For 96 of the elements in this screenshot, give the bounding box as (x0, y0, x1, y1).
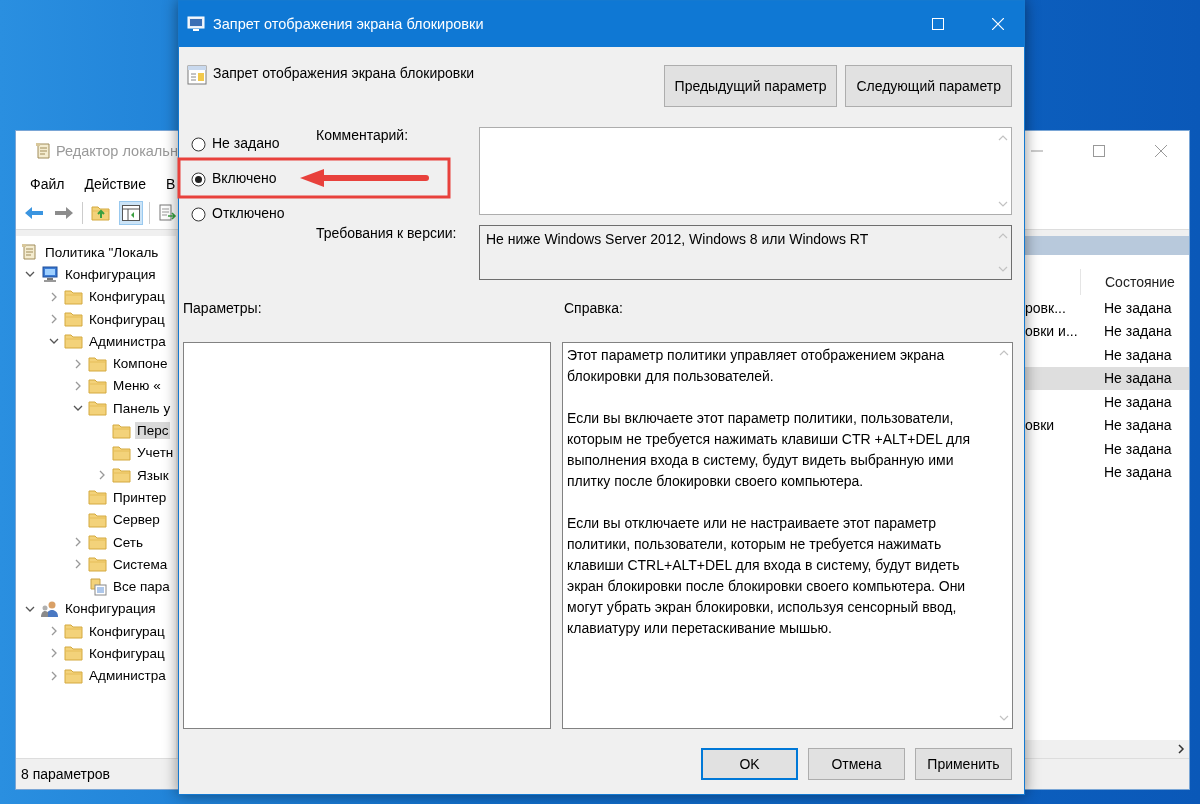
folder-icon (112, 421, 132, 440)
settings-sheet-icon (187, 65, 207, 85)
window-title: Редактор локальн (56, 143, 178, 159)
menu-item[interactable]: Действие (84, 176, 156, 192)
maximize-icon (1093, 145, 1105, 157)
folder-icon (64, 310, 84, 329)
radio-label[interactable]: Отключено (212, 205, 285, 221)
help-paragraph: Если вы отключаете или не настраиваете этот параметр политики, пользователи, которым не требуется нажимать клавиши CTRL+ALT+DEL для входа в систему, будут видеть экран блокировки после блокировки своего компьютера. Они могут убрать экран блокировки, используя сенсорный ввод, клавиатуру или перетаскивание мышью. (567, 514, 967, 638)
tree-item[interactable]: Все пара (111, 578, 172, 596)
scroll-down-icon[interactable] (997, 200, 1008, 208)
back-arrow-icon (24, 206, 44, 220)
table-cell-text: овки (1024, 417, 1056, 434)
help-paragraph: Этот параметр политики управляет отображением экрана блокировки для пользователей. (567, 346, 946, 386)
scroll-up-icon[interactable] (997, 134, 1008, 142)
tree-item[interactable]: Принтер (111, 488, 169, 506)
status-cell: Не задана (1104, 370, 1172, 387)
tree-item[interactable]: Язык (135, 466, 171, 484)
comment-field[interactable] (479, 127, 1012, 215)
folder-icon (64, 644, 84, 663)
tree-item[interactable]: Конфигурац (87, 645, 167, 662)
folder-icon (112, 443, 132, 462)
list-arrow-icon (159, 204, 177, 222)
tree-item[interactable]: Сеть (111, 533, 146, 551)
tree-item[interactable]: Перс (135, 422, 171, 439)
pane-toggle-button[interactable] (119, 201, 143, 225)
column-header[interactable]: Состояние (1081, 269, 1175, 295)
previous-setting-button[interactable]: Предыдущий параметр (663, 65, 838, 107)
status-cell: Не задана (1104, 299, 1172, 316)
folder-icon (88, 376, 108, 395)
requirements-text: Не ниже Windows Server 2012, Windows 8 или Windows RT (485, 230, 870, 249)
radio-button[interactable] (191, 171, 206, 187)
document-icon (34, 142, 50, 160)
status-cell: Не задана (1104, 323, 1172, 340)
radio-label[interactable]: Не задано (212, 135, 280, 151)
monitor-icon (187, 16, 205, 32)
close-icon (1155, 145, 1167, 157)
scroll-up-icon[interactable] (998, 349, 1009, 357)
tree-item[interactable]: Сервер (111, 511, 162, 529)
folder-icon (88, 510, 108, 529)
status-cell: Не задана (1104, 393, 1172, 410)
folder-icon (64, 332, 84, 351)
status-cell: Не задана (1104, 464, 1172, 481)
cancel-button[interactable]: Отмена (808, 748, 905, 780)
status-cell: Не задана (1104, 440, 1172, 457)
window-title: Запрет отображения экрана блокировки (213, 16, 484, 32)
folder-icon (64, 287, 84, 306)
tree-item[interactable]: Меню « (111, 377, 163, 395)
tree-item[interactable]: Панель у (111, 399, 173, 417)
tree-item[interactable]: Конфигурац (87, 622, 167, 640)
status-cell: Не задана (1104, 417, 1172, 434)
folder-icon (64, 666, 84, 685)
folder-icon (112, 466, 132, 485)
table-cell-text: овки и... (1024, 323, 1079, 340)
radio-button[interactable] (191, 136, 206, 152)
menu-item[interactable]: Файл (30, 176, 75, 192)
folder-icon (88, 354, 108, 373)
help-paragraph: Если вы включаете этот параметр политики, пользователи, которым не требуется нажимать клавиши CTR +ALT+DEL для выполнения входа в систему, будут видеть выбранную ими плитку после блокировки своего компьютера. (567, 409, 971, 491)
next-setting-button[interactable]: Следующий параметр (845, 65, 1012, 107)
policy-title: Запрет отображения экрана блокировки (213, 65, 475, 81)
tree-item[interactable]: Система (111, 555, 170, 573)
close-icon (992, 18, 1004, 30)
ok-button[interactable]: OK (701, 748, 798, 780)
tree-item[interactable]: Администра (87, 332, 168, 350)
folder-arrow-icon (91, 204, 111, 222)
folder-icon (88, 555, 108, 574)
tree-item[interactable]: Компоне (111, 355, 170, 373)
scroll-up-icon[interactable] (997, 232, 1008, 240)
pane-icon (122, 205, 140, 221)
tree-item[interactable]: Учетн (135, 444, 176, 462)
tree-item[interactable]: Конфигурация (63, 600, 158, 618)
forward-arrow-icon (54, 206, 74, 220)
scroll-down-icon[interactable] (998, 714, 1009, 722)
section-label: Параметры: (183, 300, 263, 316)
radio-button[interactable] (191, 206, 206, 222)
radio-label[interactable]: Включено (212, 170, 277, 186)
tree-item[interactable]: Конфигурация (63, 265, 158, 283)
field-label: Комментарий: (316, 127, 410, 143)
scroll-right-icon[interactable] (1177, 744, 1185, 754)
computer-icon (40, 265, 60, 284)
field-label: Требования к версии: (316, 225, 458, 241)
users-icon (40, 599, 60, 618)
scroll-down-icon[interactable] (997, 265, 1008, 273)
tree-item[interactable]: Конфигурац (87, 288, 167, 306)
settings-list-icon (88, 577, 108, 596)
maximize-icon (932, 18, 944, 30)
folder-icon (88, 488, 108, 507)
status-cell: Не задана (1104, 346, 1172, 363)
tree-item[interactable]: Администра (87, 667, 168, 685)
section-label: Справка: (563, 300, 624, 316)
folder-icon (88, 533, 108, 551)
folder-icon (64, 622, 84, 641)
tree-item[interactable]: Политика "Локаль (43, 243, 161, 261)
table-cell-text: ровк... (1024, 299, 1067, 316)
folder-icon (88, 399, 108, 418)
apply-button[interactable]: Применить (915, 748, 1012, 780)
tree-item[interactable]: Конфигурац (87, 310, 167, 328)
